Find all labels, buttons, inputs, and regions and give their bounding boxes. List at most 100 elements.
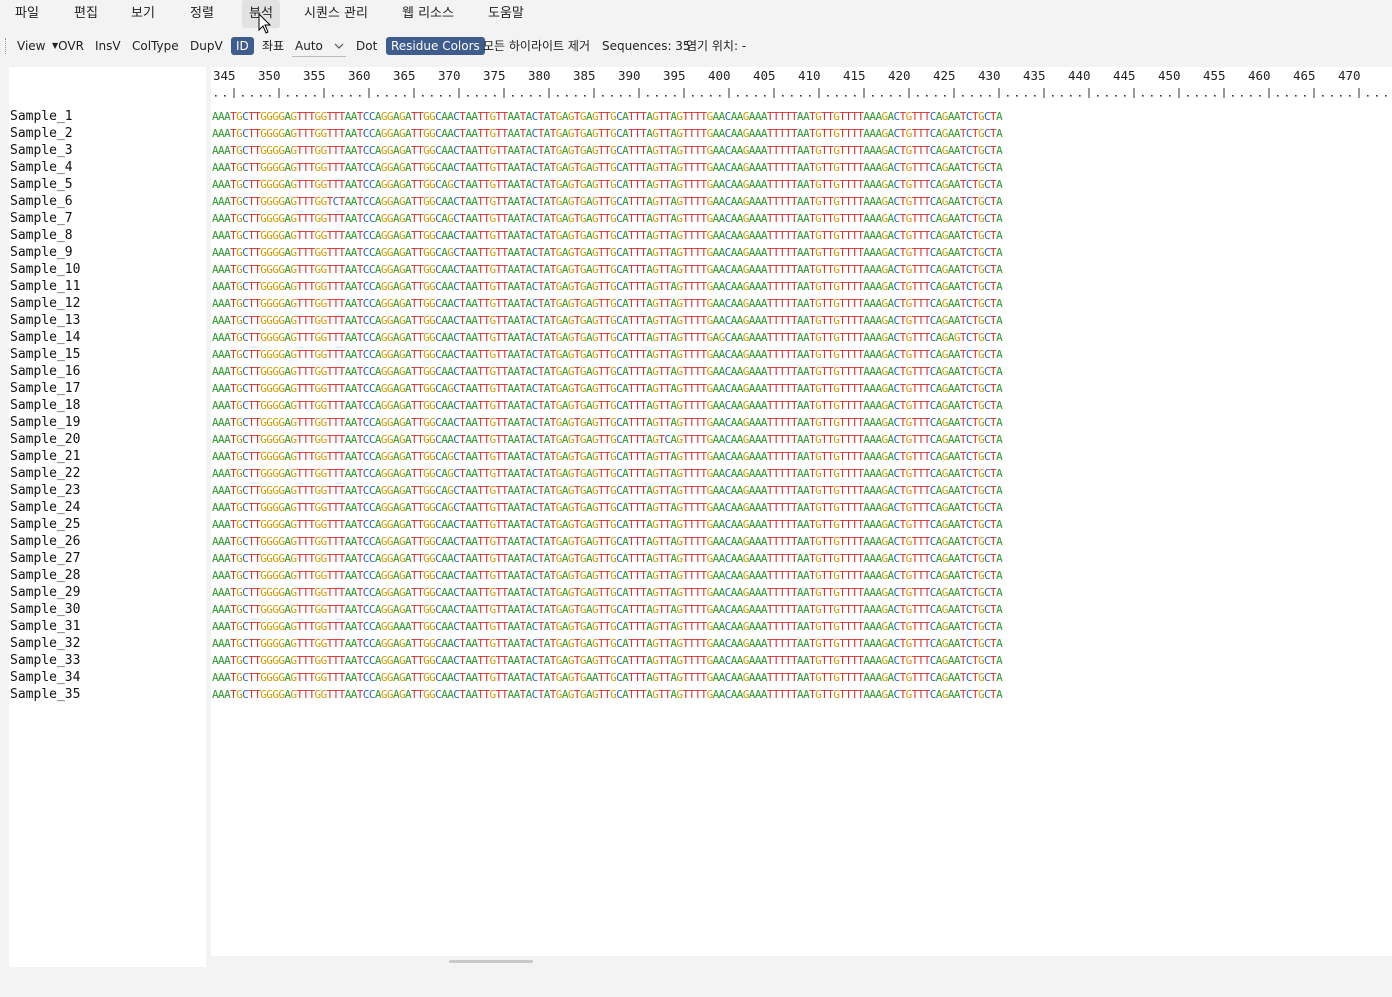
coord-select[interactable]: Auto [292, 36, 346, 57]
mouse-pointer-icon [258, 13, 272, 34]
menu-align[interactable]: 정렬 [183, 0, 221, 28]
sequence-row[interactable]: AAATGCTTGGGGAGTTTGGTTTAATCCAGGAAATTGGCAA… [212, 618, 1003, 635]
sequence-row[interactable]: AAATGCTTGGGGAGTTTGGTTTAATCCAGGAGATTGGCAA… [212, 533, 1003, 550]
sequence-row[interactable]: AAATGCTTGGGGAGTTTGGTTTAATCCAGGAGATTGGCAA… [212, 295, 1003, 312]
sequence-row[interactable]: AAATGCTTGGGGAGTTTGGTCTAATCCAGGAGATTGGCAA… [212, 193, 1003, 210]
clear-highlights-button[interactable]: 모든 하이라이트 제거 [483, 37, 590, 55]
ruler-number: 370 [438, 68, 461, 83]
sequence-row[interactable]: AAATGCTTGGGGAGTTTGGTTTAATCCAGGAGATTGGCAA… [212, 635, 1003, 652]
sequence-row[interactable]: AAATGCTTGGGGAGTTTGGTTTAATCCAGGAGATTGGCAA… [212, 227, 1003, 244]
sequence-row[interactable]: AAATGCTTGGGGAGTTTGGTTTAATCCAGGAGATTGGCAG… [212, 448, 1003, 465]
sequence-name[interactable]: Sample_27 [10, 550, 80, 567]
dupv-button[interactable]: DupV [190, 37, 223, 55]
sequence-name[interactable]: Sample_18 [10, 397, 80, 414]
sequence-name[interactable]: Sample_13 [10, 312, 80, 329]
sequence-name[interactable]: Sample_24 [10, 499, 80, 516]
sequence-name[interactable]: Sample_4 [10, 159, 73, 176]
sequence-name[interactable]: Sample_28 [10, 567, 80, 584]
sequence-name-panel[interactable]: Sample_1 Sample_2 Sample_3 Sample_4 Sample_5… [9, 67, 206, 967]
sequence-row[interactable]: AAATGCTTGGGGAGTTTGGTTTAATCCAGGAGATTGGCAA… [212, 125, 1003, 142]
sequence-row[interactable]: AAATGCTTGGGGAGTTTGGTTTAATCCAGGAGATTGGCAA… [212, 669, 1003, 686]
sequence-name[interactable]: Sample_32 [10, 635, 80, 652]
id-toggle-button[interactable]: ID [231, 37, 254, 55]
sequence-name[interactable]: Sample_21 [10, 448, 80, 465]
ovr-button[interactable]: ▼OVR [52, 37, 84, 55]
menu-edit[interactable]: 편집 [67, 0, 105, 28]
sequence-row[interactable]: AAATGCTTGGGGAGTTTGGTTTAATCCAGGAGATTGGCAG… [212, 380, 1003, 397]
residue-colors-button[interactable]: Residue Colors [386, 37, 485, 55]
sequence-row[interactable]: AAATGCTTGGGGAGTTTGGTTTAATCCAGGAGATTGGCAA… [212, 261, 1003, 278]
ruler-dot [431, 95, 433, 97]
alignment-panel[interactable]: 345 350 355 360 365 370 375 380 385 390 395 400 405 4… [211, 67, 1392, 956]
menu-sequence-manage[interactable]: 시퀀스 관리 [297, 0, 375, 28]
sequence-name[interactable]: Sample_25 [10, 516, 80, 533]
sequence-row[interactable]: AAATGCTTGGGGAGTTTGGTTTAATCCAGGAGATTGGCAA… [212, 431, 1003, 448]
sequence-name[interactable]: Sample_10 [10, 261, 80, 278]
sequence-row[interactable]: AAATGCTTGGGGAGTTTGGTTTAATCCAGGAGATTGGCAA… [212, 584, 1003, 601]
sequence-row[interactable]: AAATGCTTGGGGAGTTTGGTTTAATCCAGGAGATTGGCAA… [212, 601, 1003, 618]
sequence-name[interactable]: Sample_9 [10, 244, 73, 261]
toolbar-grip[interactable] [5, 38, 8, 54]
ruler-dot [899, 95, 901, 97]
sequence-row[interactable]: AAATGCTTGGGGAGTTTGGTTTAATCCAGGAGATTGGCAA… [212, 346, 1003, 363]
sequence-name[interactable]: Sample_35 [10, 686, 80, 703]
ruler-dot [242, 95, 244, 97]
view-button[interactable]: View [17, 37, 45, 55]
sequence-row[interactable]: AAATGCTTGGGGAGTTTGGTTTAATCCAGGAGATTGGCAA… [212, 397, 1003, 414]
sequence-name[interactable]: Sample_8 [10, 227, 73, 244]
sequence-row[interactable]: AAATGCTTGGGGAGTTTGGTTTAATCCAGGAGATTGGCAA… [212, 550, 1003, 567]
sequence-row[interactable]: AAATGCTTGGGGAGTTTGGTTTAATCCAGGAGATTGGCAA… [212, 414, 1003, 431]
sequence-name[interactable]: Sample_12 [10, 295, 80, 312]
sequence-name[interactable]: Sample_34 [10, 669, 80, 686]
horizontal-scrollbar[interactable] [449, 960, 533, 963]
sequence-name[interactable]: Sample_6 [10, 193, 73, 210]
insv-button[interactable]: InsV [95, 37, 121, 55]
sequence-name[interactable]: Sample_1 [10, 108, 73, 125]
sequence-name[interactable]: Sample_29 [10, 584, 80, 601]
sequence-name[interactable]: Sample_33 [10, 652, 80, 669]
sequence-row[interactable]: AAATGCTTGGGGAGTTTGGTTTAATCCAGGAGATTGGCAG… [212, 499, 1003, 516]
sequence-row[interactable]: AAATGCTTGGGGAGTTTGGTTTAATCCAGGAGATTGGCAG… [212, 210, 1003, 227]
menu-file[interactable]: 파일 [8, 0, 46, 28]
ruler-dot [1250, 95, 1252, 97]
sequence-row[interactable]: AAATGCTTGGGGAGTTTGGTTTAATCCAGGAGATTGGCAG… [212, 176, 1003, 193]
coltype-button[interactable]: ColType [132, 37, 179, 55]
sequence-row[interactable]: AAATGCTTGGGGAGTTTGGTTTAATCCAGGAGATTGGCAG… [212, 465, 1003, 482]
sequence-name[interactable]: Sample_14 [10, 329, 80, 346]
sequence-row[interactable]: AAATGCTTGGGGAGTTTGGTTTAATCCAGGAGATTGGCAA… [212, 652, 1003, 669]
sequence-name[interactable]: Sample_5 [10, 176, 73, 193]
sequence-row[interactable]: AAATGCTTGGGGAGTTTGGTTTAATCCAGGAGATTGGCAA… [212, 108, 1003, 125]
dot-button[interactable]: Dot [356, 37, 377, 55]
ruler-dot [1061, 95, 1063, 97]
sequence-row[interactable]: AAATGCTTGGGGAGTTTGGTTTAATCCAGGAGATTGGCAA… [212, 329, 1003, 346]
ruler-dot [917, 95, 919, 97]
sequence-name[interactable]: Sample_23 [10, 482, 80, 499]
sequence-name[interactable]: Sample_2 [10, 125, 73, 142]
sequence-row[interactable]: AAATGCTTGGGGAGTTTGGTTTAATCCAGGAGATTGGCAA… [212, 363, 1003, 380]
sequence-row[interactable]: AAATGCTTGGGGAGTTTGGTTTAATCCAGGAGATTGGCAA… [212, 278, 1003, 295]
sequence-row[interactable]: AAATGCTTGGGGAGTTTGGTTTAATCCAGGAGATTGGCAG… [212, 244, 1003, 261]
sequence-name[interactable]: Sample_15 [10, 346, 80, 363]
menu-view[interactable]: 보기 [124, 0, 162, 28]
sequence-row[interactable]: AAATGCTTGGGGAGTTTGGTTTAATCCAGGAGATTGGCAG… [212, 482, 1003, 499]
sequence-name[interactable]: Sample_7 [10, 210, 73, 227]
sequence-row[interactable]: AAATGCTTGGGGAGTTTGGTTTAATCCAGGAGATTGGCAA… [212, 516, 1003, 533]
menu-help[interactable]: 도움말 [481, 0, 531, 28]
sequence-name[interactable]: Sample_17 [10, 380, 80, 397]
sequence-name[interactable]: Sample_30 [10, 601, 80, 618]
sequence-name[interactable]: Sample_31 [10, 618, 80, 635]
sequence-name[interactable]: Sample_20 [10, 431, 80, 448]
coord-label: 좌표 [262, 39, 285, 53]
sequence-row[interactable]: AAATGCTTGGGGAGTTTGGTTTAATCCAGGAGATTGGCAA… [212, 142, 1003, 159]
sequence-name[interactable]: Sample_26 [10, 533, 80, 550]
sequence-row[interactable]: AAATGCTTGGGGAGTTTGGTTTAATCCAGGAGATTGGCAA… [212, 312, 1003, 329]
sequence-name[interactable]: Sample_3 [10, 142, 73, 159]
sequence-name[interactable]: Sample_22 [10, 465, 80, 482]
sequence-name[interactable]: Sample_11 [10, 278, 80, 295]
sequence-name[interactable]: Sample_16 [10, 363, 80, 380]
sequence-name[interactable]: Sample_19 [10, 414, 80, 431]
sequence-row[interactable]: AAATGCTTGGGGAGTTTGGTTTAATCCAGGAGATTGGCAA… [212, 567, 1003, 584]
sequence-row[interactable]: AAATGCTTGGGGAGTTTGGTTTAATCCAGGAGATTGGCAA… [212, 686, 1003, 703]
sequence-row[interactable]: AAATGCTTGGGGAGTTTGGTTTAATCCAGGAGATTGGCAA… [212, 159, 1003, 176]
menu-web-resources[interactable]: 웹 리소스 [395, 0, 461, 28]
